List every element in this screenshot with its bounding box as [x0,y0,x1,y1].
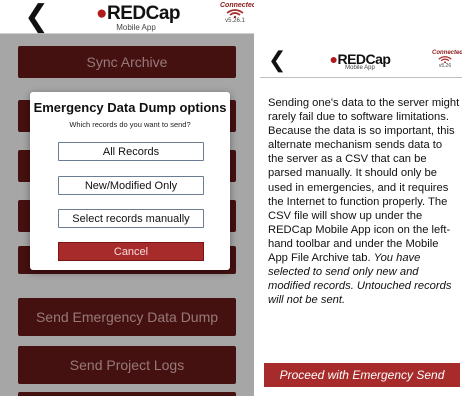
back-chevron-icon[interactable]: ❮ [24,2,49,32]
right-header: ❮ ●REDCap Mobile App Connected v5.26 [260,48,462,78]
logo-title: ●REDCap [96,3,181,25]
logo-text: REDCap [106,3,181,24]
cancel-button[interactable]: Cancel [58,242,204,261]
logo-mark-icon: ● [96,3,107,24]
new-modified-only-option[interactable]: New/Modified Only [58,176,204,195]
left-header: ❮ ●REDCap Mobile App Connected v5.26.1 [0,0,254,34]
dialog-subtitle: Which records do you want to send? [69,120,191,129]
wifi-icon [438,56,452,63]
back-chevron-icon[interactable]: ❮ [268,50,286,72]
version-label: v5.26.1 [225,18,245,24]
emergency-send-description: Sending one's data to the server might r… [268,96,460,307]
connected-label: Connected [432,50,462,56]
redcap-logo: ●REDCap Mobile App [328,51,392,71]
emergency-options-dialog: Emergency Data Dump options Which record… [30,92,230,270]
description-text: Sending one's data to the server might r… [268,97,460,265]
wifi-icon [226,9,244,18]
connection-status: Connected v5.26 [432,50,462,69]
redcap-logo: ●REDCap Mobile App [96,3,181,32]
dialog-title: Emergency Data Dump options [33,100,227,115]
proceed-emergency-send-button[interactable]: Proceed with Emergency Send [264,363,460,387]
connection-status: Connected v5.26.1 [220,2,254,24]
right-screen: ❮ ●REDCap Mobile App Connected v5.26 Sen… [260,0,462,396]
version-label: v5.26 [438,63,452,69]
left-screen: ❮ ●REDCap Mobile App Connected v5.26.1 S… [0,0,254,396]
connected-label: Connected [220,2,254,9]
select-records-manually-option[interactable]: Select records manually [58,209,204,228]
all-records-option[interactable]: All Records [58,142,204,161]
